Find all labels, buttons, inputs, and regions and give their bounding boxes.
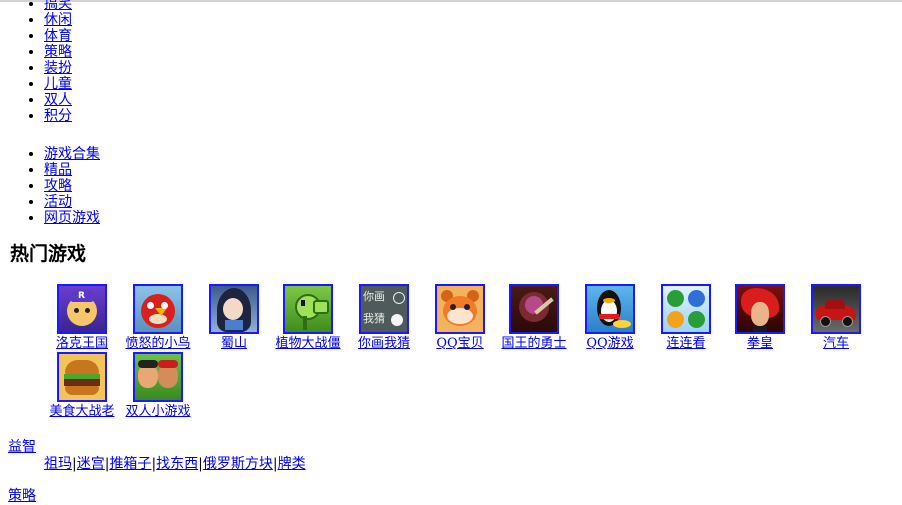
category-link[interactable]: 策略 (44, 44, 72, 60)
category-item: 儿童 (44, 76, 72, 92)
category-list: 搞笑 休闲 体育 策略 装扮 儿童 双人 积分 (28, 0, 72, 124)
site-nav-link[interactable]: 活动 (44, 194, 72, 210)
roco-icon: R (57, 284, 107, 334)
qq-baby-icon (435, 284, 485, 334)
game-tile[interactable]: R 洛克王国 (44, 284, 120, 352)
game-name: 双人小游戏 (125, 404, 191, 419)
site-nav-item: 游戏合集 (44, 146, 100, 162)
game-name: 拳皇 (746, 336, 773, 351)
draw-guess-icon: 你画 我猜 (359, 284, 409, 334)
game-name: 汽车 (822, 336, 849, 351)
puzzle-links: 祖玛|迷宫|推箱子|找东西|俄罗斯方块|牌类 (44, 453, 306, 473)
puzzle-link[interactable]: 俄罗斯方块 (203, 456, 273, 472)
category-item: 积分 (44, 108, 72, 124)
game-tile[interactable]: 国王的勇士 (496, 284, 572, 352)
game-name: 美食大战老 (49, 404, 115, 419)
game-name: QQ宝贝 (436, 336, 484, 351)
site-nav-list: 游戏合集 精品 攻略 活动 网页游戏 (28, 146, 100, 226)
game-tile[interactable]: 双人小游戏 (120, 352, 196, 420)
category-item: 双人 (44, 92, 72, 108)
category-item: 策略 (44, 44, 72, 60)
puzzle-link[interactable]: 推箱子 (109, 456, 151, 472)
section-title-strategy[interactable]: 策略 (8, 485, 36, 505)
two-player-icon (133, 352, 183, 402)
game-tile[interactable]: 拳皇 (722, 284, 798, 352)
site-nav-item: 网页游戏 (44, 210, 100, 226)
site-nav-link[interactable]: 攻略 (44, 178, 72, 194)
category-item: 搞笑 (44, 0, 72, 12)
shushan-icon (209, 284, 259, 334)
puzzle-link[interactable]: 迷宫 (77, 456, 105, 472)
category-link[interactable]: 搞笑 (44, 0, 72, 12)
game-name: 洛克王国 (55, 336, 108, 351)
game-name: QQ游戏 (586, 336, 634, 351)
puzzle-link[interactable]: 找东西 (156, 456, 198, 472)
category-link[interactable]: 双人 (44, 92, 72, 108)
game-name: 愤怒的小鸟 (125, 336, 191, 351)
category-item: 休闲 (44, 12, 72, 28)
kof-icon (735, 284, 785, 334)
site-nav-item: 活动 (44, 194, 100, 210)
qq-penguin-icon (585, 284, 635, 334)
category-link[interactable]: 装扮 (44, 60, 72, 76)
category-link[interactable]: 积分 (44, 108, 72, 124)
game-tile[interactable]: QQ宝贝 (422, 284, 498, 352)
game-tile[interactable]: 连连看 (648, 284, 724, 352)
category-link[interactable]: 体育 (44, 28, 72, 44)
site-nav-link[interactable]: 精品 (44, 162, 72, 178)
site-nav-link[interactable]: 网页游戏 (44, 210, 100, 226)
peashooter-icon (283, 284, 333, 334)
category-link[interactable]: 儿童 (44, 76, 72, 92)
game-tile[interactable]: 愤怒的小鸟 (120, 284, 196, 352)
game-name: 蜀山 (220, 336, 247, 351)
car-icon (811, 284, 861, 334)
category-link[interactable]: 休闲 (44, 12, 72, 28)
site-nav-link[interactable]: 游戏合集 (44, 146, 100, 162)
section-title-puzzle[interactable]: 益智 (8, 436, 36, 456)
king-warrior-icon (509, 284, 559, 334)
top-border (0, 0, 902, 2)
puzzle-link[interactable]: 祖玛 (44, 456, 72, 472)
game-name: 国王的勇士 (501, 336, 567, 351)
game-name: 连连看 (666, 336, 706, 351)
puzzle-link[interactable]: 牌类 (278, 456, 306, 472)
game-tile[interactable]: 蜀山 (196, 284, 272, 352)
category-item: 体育 (44, 28, 72, 44)
game-tile[interactable]: 美食大战老 (44, 352, 120, 420)
game-name: 你画我猜 (357, 336, 410, 351)
burger-icon (57, 352, 107, 402)
category-item: 装扮 (44, 60, 72, 76)
hot-games-heading: 热门游戏 (10, 243, 87, 265)
game-tile[interactable]: 植物大战僵 (270, 284, 346, 352)
angry-bird-icon (133, 284, 183, 334)
game-tile[interactable]: QQ游戏 (572, 284, 648, 352)
game-tile[interactable]: 你画 我猜 你画我猜 (346, 284, 422, 352)
site-nav-item: 攻略 (44, 178, 100, 194)
site-nav-item: 精品 (44, 162, 100, 178)
game-name: 植物大战僵 (275, 336, 341, 351)
game-tile[interactable]: 汽车 (798, 284, 874, 352)
link-balls-icon (661, 284, 711, 334)
